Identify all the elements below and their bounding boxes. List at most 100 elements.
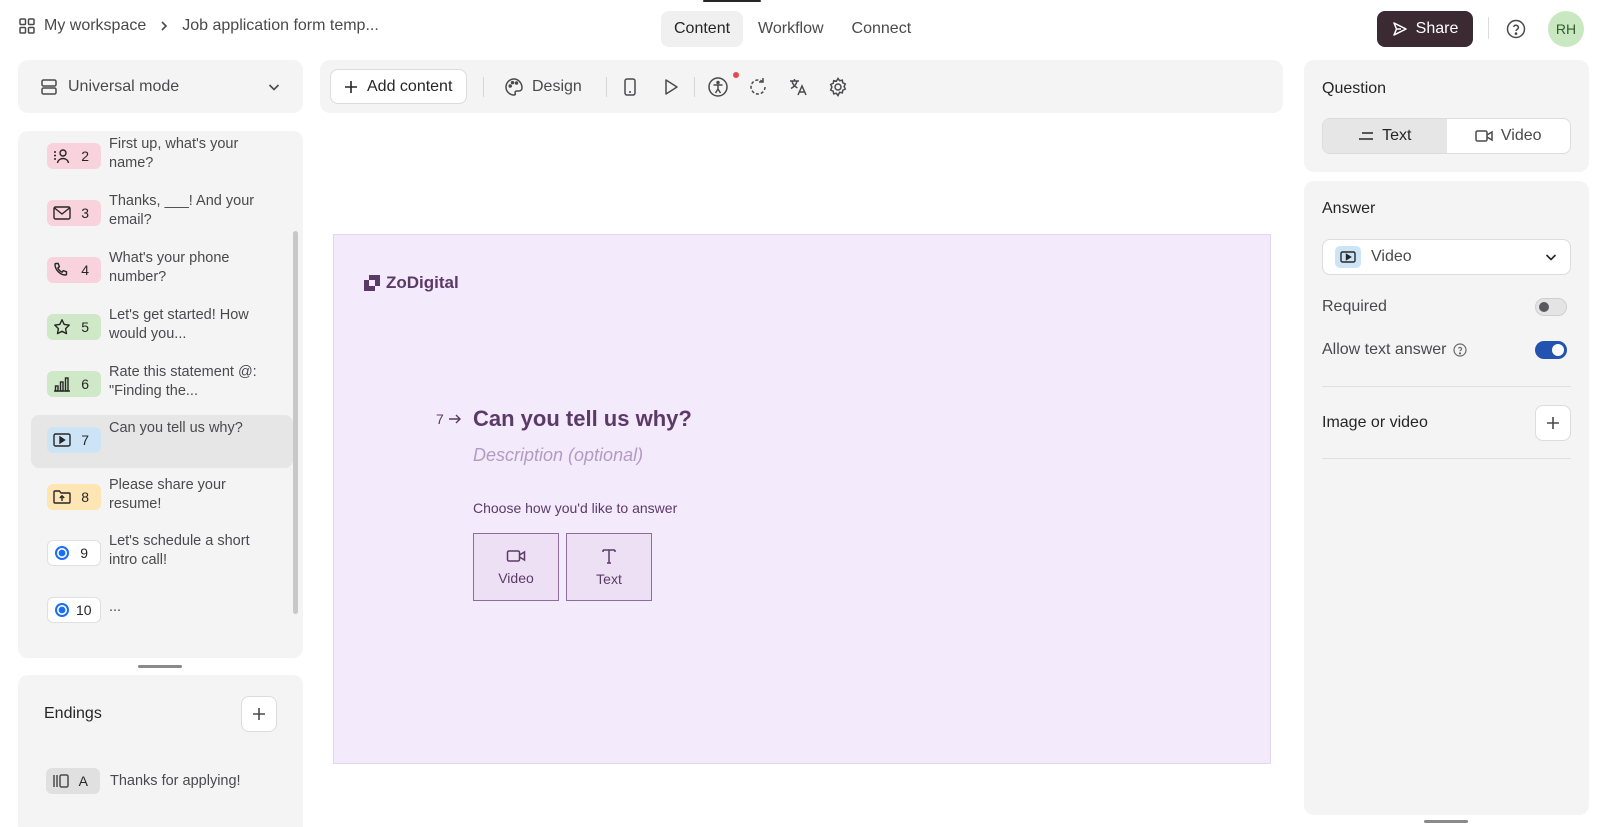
- question-badge: 5: [47, 314, 101, 340]
- required-toggle[interactable]: [1535, 298, 1567, 316]
- breadcrumb-form[interactable]: Job application form temp...: [182, 17, 379, 35]
- image-or-video-label: Image or video: [1322, 414, 1428, 431]
- question-badge: 6: [47, 371, 101, 397]
- question-description[interactable]: Description (optional): [473, 445, 643, 466]
- answer-type-value: Video: [1371, 248, 1412, 265]
- question-list-item[interactable]: 9 Let's schedule a short intro call!: [31, 528, 293, 581]
- panel-resize-handle[interactable]: [138, 665, 182, 668]
- video-type-icon: [1335, 246, 1361, 268]
- mail-icon: [53, 206, 71, 220]
- question-number: 8: [81, 489, 89, 505]
- accessibility-icon[interactable]: [707, 76, 729, 98]
- share-button[interactable]: Share: [1377, 11, 1473, 47]
- settings-gear-icon[interactable]: [827, 76, 849, 98]
- chevron-down-icon: [1544, 250, 1558, 264]
- question-list-item[interactable]: 7 Can you tell us why?: [31, 415, 293, 468]
- question-badge: 9: [47, 540, 101, 566]
- toolbar-divider: [483, 77, 484, 97]
- question-list-scrollbar[interactable]: [293, 231, 298, 614]
- add-ending-button[interactable]: [241, 696, 277, 732]
- question-number: 5: [81, 319, 89, 335]
- question-badge: 7: [47, 427, 101, 453]
- question-list-item[interactable]: 2 First up, what's your name?: [31, 131, 293, 184]
- endings-title: Endings: [44, 705, 102, 722]
- question-text: Thanks, ___! And your email?: [109, 193, 255, 228]
- bar-chart-icon: [53, 376, 71, 392]
- question-list-item[interactable]: 4 What's your phone number?: [31, 245, 293, 298]
- play-preview-icon[interactable]: [659, 76, 681, 98]
- question-number-value: 7: [436, 411, 444, 427]
- panel-resize-handle[interactable]: [1424, 820, 1468, 823]
- video-camera-icon: [1475, 129, 1493, 143]
- toolbar-divider: [694, 77, 695, 97]
- phone-icon: [53, 262, 69, 278]
- add-content-label: Add content: [367, 77, 453, 95]
- question-number: 6: [81, 376, 89, 392]
- notification-dot: [733, 72, 739, 78]
- calendly-icon: [54, 545, 70, 561]
- question-list-item[interactable]: 10...: [31, 585, 293, 638]
- breadcrumb-workspace[interactable]: My workspace: [44, 17, 146, 35]
- mobile-preview-icon[interactable]: [619, 76, 641, 98]
- video-icon: [53, 433, 71, 447]
- palette-icon: [504, 77, 524, 97]
- question-number: 7: [81, 432, 89, 448]
- question-type-video-label: Video: [1500, 127, 1542, 144]
- required-label: Required: [1322, 298, 1387, 315]
- text-t-icon: [600, 547, 618, 565]
- question-badge: 10: [47, 597, 101, 623]
- question-list-item[interactable]: 5 Let's get started! How would you...: [31, 302, 293, 355]
- question-list-item[interactable]: 3 Thanks, ___! And your email?: [31, 188, 293, 241]
- question-number: 9: [80, 545, 88, 561]
- allow-text-answer-toggle[interactable]: [1535, 341, 1567, 359]
- ending-badge: A: [46, 768, 100, 794]
- mode-label: Universal mode: [68, 77, 180, 95]
- question-type-video[interactable]: Video: [1447, 119, 1571, 153]
- calendly-icon: [54, 602, 70, 618]
- question-text: ...: [109, 599, 122, 615]
- mode-selector[interactable]: Universal mode: [18, 60, 303, 113]
- choice-label: Video: [498, 570, 534, 586]
- question-number: 7: [436, 411, 462, 427]
- question-type-text[interactable]: Text: [1323, 119, 1447, 153]
- logic-refresh-icon[interactable]: [747, 76, 769, 98]
- choice-label: Text: [596, 571, 622, 587]
- contact-icon: [53, 148, 71, 164]
- answer-choice-text[interactable]: Text: [566, 533, 652, 601]
- tab-workflow[interactable]: Workflow: [745, 11, 837, 47]
- answer-settings-title: Answer: [1322, 200, 1376, 217]
- answer-type-select[interactable]: Video: [1322, 239, 1571, 275]
- top-bar: My workspace Job application form temp..…: [0, 0, 1600, 58]
- question-title[interactable]: Can you tell us why?: [473, 406, 692, 432]
- avatar[interactable]: RH: [1548, 11, 1584, 47]
- question-number: 3: [81, 205, 89, 221]
- question-list-item[interactable]: 6 Rate this statement @: "Finding the...: [31, 359, 293, 412]
- question-badge: 3: [47, 200, 101, 226]
- question-text: Let's get started! How would you...: [109, 307, 249, 342]
- chevron-right-icon: [154, 20, 174, 32]
- divider: [1322, 458, 1571, 459]
- apps-grid-icon[interactable]: [18, 17, 36, 35]
- answer-settings-panel: Answer Video Required Allow text answer …: [1304, 181, 1589, 815]
- arrow-right-icon: [448, 413, 462, 425]
- design-button[interactable]: Design: [504, 69, 582, 104]
- translate-icon[interactable]: [787, 76, 809, 98]
- ending-item[interactable]: A Thanks for applying!: [46, 768, 241, 794]
- send-icon: [1392, 21, 1408, 37]
- upload-icon: [53, 489, 71, 505]
- help-icon[interactable]: [1506, 19, 1526, 39]
- question-list-item[interactable]: 8 Please share your resume!: [31, 472, 293, 525]
- info-icon[interactable]: [1452, 343, 1467, 357]
- question-type-text-label: Text: [1382, 127, 1412, 144]
- question-text: What's your phone number?: [109, 250, 230, 285]
- question-text: First up, what's your name?: [109, 136, 239, 171]
- tab-connect[interactable]: Connect: [839, 11, 925, 47]
- tab-content[interactable]: Content: [661, 11, 744, 47]
- add-content-button[interactable]: Add content: [330, 69, 468, 104]
- question-badge: 4: [47, 257, 101, 283]
- answer-choice-video[interactable]: Video: [473, 533, 559, 601]
- text-lines-icon: [1358, 130, 1374, 142]
- question-text: Can you tell us why?: [109, 420, 243, 436]
- add-media-button[interactable]: [1535, 405, 1571, 441]
- star-icon: [53, 318, 71, 336]
